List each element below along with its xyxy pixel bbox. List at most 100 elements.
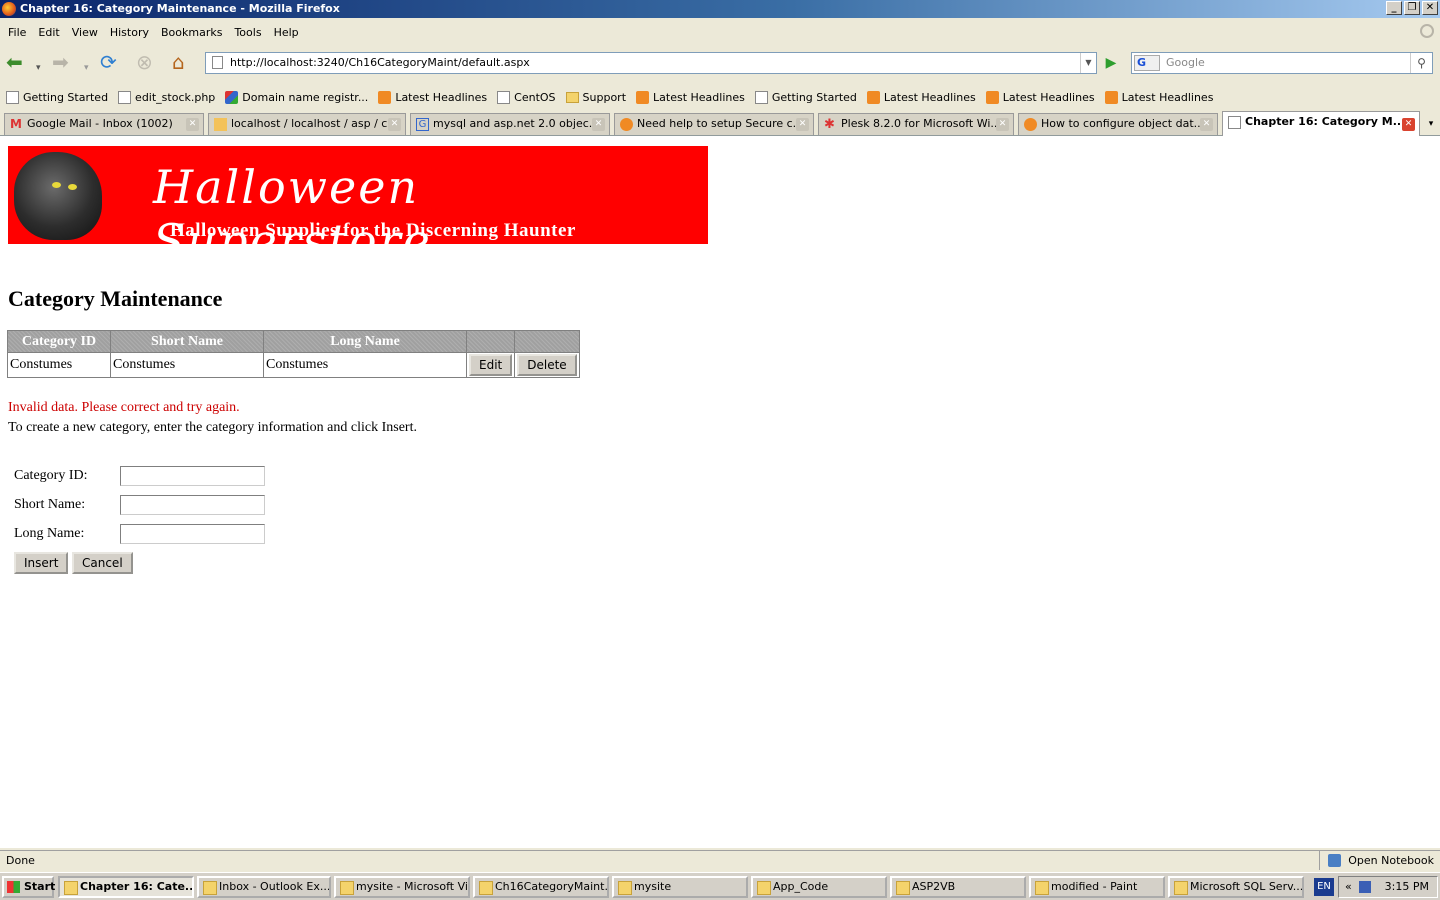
- forum-icon: [1024, 118, 1037, 131]
- tab-mysql-asp[interactable]: G mysql and asp.net 2.0 objec... ✕: [410, 113, 610, 135]
- tab-close-icon[interactable]: ✕: [186, 118, 199, 131]
- bookmark-latest-headlines[interactable]: Latest Headlines: [1104, 90, 1213, 104]
- google-icon: G: [416, 118, 429, 131]
- menu-edit[interactable]: Edit: [32, 26, 65, 39]
- bookmark-domain-registration[interactable]: Domain name registr...: [225, 90, 368, 104]
- gmail-icon: M: [10, 117, 22, 131]
- tray-expand-icon[interactable]: «: [1345, 877, 1352, 897]
- menu-view[interactable]: View: [66, 26, 104, 39]
- tab-list-dropdown-icon[interactable]: ▾: [1422, 113, 1440, 135]
- task-app-code-folder[interactable]: App_Code: [751, 876, 887, 898]
- tab-configure-object[interactable]: How to configure object dat... ✕: [1018, 113, 1218, 135]
- long-name-input[interactable]: [120, 524, 265, 544]
- menu-help[interactable]: Help: [268, 26, 305, 39]
- status-text: Done: [6, 854, 35, 867]
- tab-close-icon[interactable]: ✕: [996, 118, 1009, 131]
- category-id-input[interactable]: [120, 466, 265, 486]
- open-notebook-button[interactable]: Open Notebook: [1319, 851, 1440, 870]
- forum-icon: [620, 118, 633, 131]
- bookmark-edit-stock[interactable]: edit_stock.php: [118, 90, 215, 104]
- go-arrow-icon[interactable]: ▶: [1101, 53, 1121, 73]
- tab-google-mail[interactable]: M Google Mail - Inbox (1002) ✕: [4, 113, 204, 135]
- window-controls: _ ❐ ✕: [1386, 1, 1438, 15]
- phpmyadmin-icon: [214, 118, 227, 131]
- bookmarks-toolbar: Getting Started edit_stock.php Domain na…: [0, 86, 1440, 108]
- banner-subtitle: Halloween Supplies for the Discerning Ha…: [170, 220, 576, 241]
- search-icon[interactable]: ⚲: [1410, 53, 1432, 73]
- menu-history[interactable]: History: [104, 26, 155, 39]
- page-icon: [1228, 116, 1241, 129]
- task-mysite-folder[interactable]: mysite: [612, 876, 748, 898]
- page-icon: [118, 90, 132, 104]
- halloween-banner: Halloween Superstore Halloween Supplies …: [8, 146, 708, 244]
- language-indicator[interactable]: EN: [1314, 878, 1334, 896]
- menu-tools[interactable]: Tools: [228, 26, 267, 39]
- page-icon: [497, 90, 511, 104]
- bookmark-getting-started[interactable]: Getting Started: [6, 90, 108, 104]
- task-outlook-express[interactable]: Inbox - Outlook Ex...: [197, 876, 331, 898]
- start-button[interactable]: Start: [2, 876, 55, 898]
- forward-history-dropdown-icon[interactable]: ▾: [84, 56, 89, 80]
- delete-button[interactable]: Delete: [517, 354, 577, 376]
- close-button[interactable]: ✕: [1422, 1, 1438, 15]
- rss-icon: [866, 90, 880, 104]
- bookmark-getting-started[interactable]: Getting Started: [754, 90, 857, 104]
- task-sql-server[interactable]: Microsoft SQL Serv...: [1168, 876, 1304, 898]
- bookmark-latest-headlines[interactable]: Latest Headlines: [985, 90, 1095, 104]
- bookmark-latest-headlines[interactable]: Latest Headlines: [636, 90, 745, 104]
- stop-icon[interactable]: ⊗: [136, 50, 153, 74]
- task-ch16-category-maint[interactable]: Ch16CategoryMaint...: [473, 876, 609, 898]
- bookmark-latest-headlines[interactable]: Latest Headlines: [378, 90, 487, 104]
- system-tray: « 3:15 PM: [1338, 876, 1438, 898]
- window-title-bar[interactable]: Chapter 16: Category Maintenance - Mozil…: [0, 0, 1440, 18]
- search-engine-selector[interactable]: G: [1134, 55, 1160, 71]
- tab-close-icon[interactable]: ✕: [1200, 118, 1213, 131]
- bookmark-centos[interactable]: CentOS: [497, 90, 556, 104]
- grid-cell-short-name: Constumes: [110, 352, 264, 378]
- bookmark-latest-headlines[interactable]: Latest Headlines: [866, 90, 976, 104]
- task-firefox[interactable]: Chapter 16: Cate...: [58, 876, 194, 898]
- tab-need-help[interactable]: Need help to setup Secure c... ✕: [614, 113, 814, 135]
- grid-header-short-name: Short Name: [110, 330, 264, 353]
- task-asp2vb-folder[interactable]: ASP2VB: [890, 876, 1026, 898]
- tab-strip: M Google Mail - Inbox (1002) ✕ localhost…: [0, 111, 1440, 136]
- tab-close-icon[interactable]: ✕: [592, 118, 605, 131]
- menu-bookmarks[interactable]: Bookmarks: [155, 26, 228, 39]
- cancel-button[interactable]: Cancel: [72, 552, 133, 574]
- tab-close-icon[interactable]: ✕: [796, 118, 809, 131]
- task-visual-studio[interactable]: mysite - Microsoft Vi...: [334, 876, 470, 898]
- task-paint[interactable]: modified - Paint: [1029, 876, 1165, 898]
- menu-file[interactable]: File: [2, 26, 32, 39]
- instructions-text: To create a new category, enter the cate…: [8, 420, 417, 435]
- table-row: Constumes Constumes Constumes Edit Delet…: [7, 352, 581, 378]
- reload-icon[interactable]: ⟳: [100, 50, 117, 74]
- restore-button[interactable]: ❐: [1404, 1, 1420, 15]
- firefox-icon: [2, 2, 16, 16]
- url-history-dropdown-icon[interactable]: ▼: [1080, 53, 1096, 73]
- back-history-dropdown-icon[interactable]: ▾: [36, 56, 41, 80]
- grid-cell-long-name: Constumes: [263, 352, 467, 378]
- search-box[interactable]: G Google ⚲: [1131, 52, 1433, 74]
- throbber-icon: [1420, 24, 1434, 38]
- forward-arrow-icon[interactable]: ➡: [52, 50, 69, 74]
- tab-close-icon[interactable]: ✕: [388, 118, 401, 131]
- windows-taskbar: Start Chapter 16: Cate... Inbox - Outloo…: [0, 872, 1440, 900]
- long-name-label: Long Name:: [14, 526, 85, 541]
- tab-chapter-16[interactable]: Chapter 16: Category M... ✕: [1222, 111, 1420, 136]
- page-content: Halloween Superstore Halloween Supplies …: [0, 136, 1440, 848]
- tray-app-icon[interactable]: [1359, 881, 1371, 893]
- insert-button[interactable]: Insert: [14, 552, 69, 574]
- page-icon: [754, 90, 768, 104]
- tab-close-icon[interactable]: ✕: [1402, 118, 1415, 131]
- url-bar[interactable]: http://localhost:3240/Ch16CategoryMaint/…: [205, 52, 1097, 74]
- edit-button[interactable]: Edit: [469, 354, 513, 376]
- back-arrow-icon[interactable]: ⬅: [6, 50, 23, 74]
- status-bar: Done Open Notebook: [0, 850, 1440, 870]
- home-icon[interactable]: ⌂: [172, 50, 185, 74]
- bookmark-support[interactable]: Support: [565, 91, 626, 104]
- short-name-input[interactable]: [120, 495, 265, 515]
- grid-cell-edit: Edit: [465, 352, 516, 378]
- tab-phpmyadmin[interactable]: localhost / localhost / asp / c... ✕: [208, 113, 406, 135]
- minimize-button[interactable]: _: [1386, 1, 1402, 15]
- tab-plesk[interactable]: ✱ Plesk 8.2.0 for Microsoft Wi... ✕: [818, 113, 1014, 135]
